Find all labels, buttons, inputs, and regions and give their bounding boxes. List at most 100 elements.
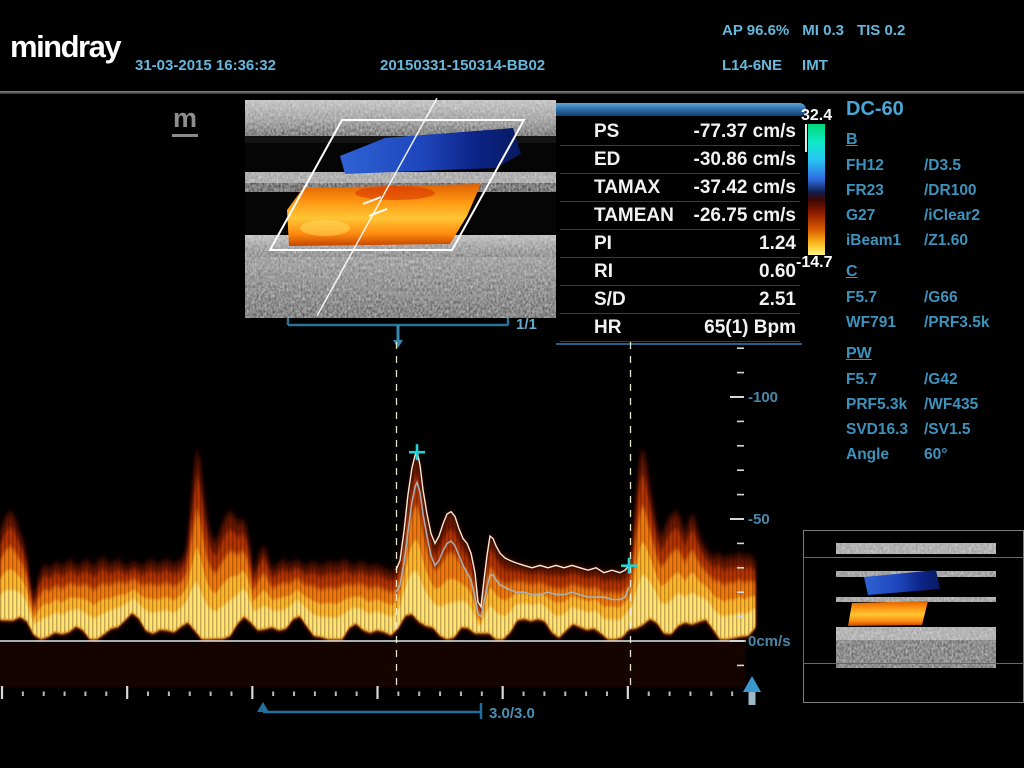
time-tick-minor	[523, 692, 525, 697]
probe-name: L14-6NE	[722, 57, 782, 74]
time-tick-minor	[293, 692, 295, 697]
measurement-row-ps: PS-77.37 cm/s	[560, 118, 800, 146]
param-label: FR23	[846, 178, 924, 203]
time-tick-minor	[314, 692, 316, 697]
measurement-row-hr: HR65(1) Bpm	[560, 314, 800, 342]
measurement-row-pi: PI 1.24	[560, 230, 800, 258]
param-row[interactable]: iBeam1/Z1.60	[846, 228, 1022, 253]
time-tick-minor	[64, 692, 66, 697]
sidebar-sections: B FH12/D3.5FR23/DR100G27/iClear2iBeam1/Z1…	[846, 131, 1022, 467]
measurement-rows: PS-77.37 cm/s ED -30.86 cm/s TAMAX -37.42 cm…	[560, 118, 800, 342]
measurement-value: 1.24	[759, 233, 800, 255]
panel-header-bar	[556, 103, 806, 116]
section-title: PW	[846, 345, 1022, 363]
acoustic-indices: AP 96.6% MI 0.3 TIS 0.2	[722, 22, 905, 39]
flow-patch	[300, 220, 350, 236]
section-title: B	[846, 131, 1022, 149]
pw-doppler-spectrum[interactable]: -100 -50 0cm/s 3.0/3.0	[0, 340, 800, 768]
param-label: iBeam1	[846, 228, 924, 253]
time-tick-minor	[606, 692, 608, 697]
param-value: /WF435	[924, 392, 1022, 417]
measurement-label: PI	[560, 233, 612, 255]
measurement-label: ED	[560, 149, 620, 171]
time-tick-minor	[585, 692, 587, 697]
colorbar-baseline-mark	[805, 124, 807, 152]
param-value: /DR100	[924, 178, 1022, 203]
time-tick-minor	[105, 692, 107, 697]
measurement-value: -37.42 cm/s	[694, 177, 800, 199]
time-tick-minor	[335, 692, 337, 697]
param-row[interactable]: Angle60°	[846, 442, 1022, 467]
param-row[interactable]: F5.7/G42	[846, 367, 1022, 392]
param-row[interactable]: FH12/D3.5	[846, 153, 1022, 178]
time-tick-minor	[397, 692, 399, 697]
param-value: /G42	[924, 367, 1022, 392]
acoustic-power: AP 96.6%	[722, 22, 789, 39]
measurement-value: 0.60	[759, 261, 800, 283]
exam-id: 20150331-150314-BB02	[380, 57, 545, 74]
time-tick-major	[502, 686, 504, 699]
velocity-label-0: 0cm/s	[748, 633, 791, 650]
param-value: 60°	[924, 442, 1022, 467]
measurement-row-ed: ED -30.86 cm/s	[560, 146, 800, 174]
measurement-results-panel: PS-77.37 cm/s ED -30.86 cm/s TAMAX -37.42 cm…	[556, 100, 802, 345]
param-value: /iClear2	[924, 203, 1022, 228]
param-row[interactable]: SVD16.3/SV1.5	[846, 417, 1022, 442]
time-tick-major	[251, 686, 253, 699]
param-label: Angle	[846, 442, 924, 467]
page-indicator: 1/1	[516, 316, 537, 333]
time-tick-minor	[189, 692, 191, 697]
param-row[interactable]: PRF5.3k/WF435	[846, 392, 1022, 417]
param-value: /G66	[924, 285, 1022, 310]
section-title: C	[846, 263, 1022, 281]
bmode-image[interactable]	[245, 98, 558, 318]
time-tick-minor	[230, 692, 232, 697]
thumbnail-active-region[interactable]	[803, 557, 1024, 664]
time-tick-minor	[418, 692, 420, 697]
measurement-row-ri: RI0.60	[560, 258, 800, 286]
mindray-logo: mindray	[10, 29, 120, 65]
caliper-cross[interactable]	[409, 444, 425, 460]
measurement-value: -30.86 cm/s	[694, 149, 800, 171]
param-label: F5.7	[846, 367, 924, 392]
param-value: /PRF3.5k	[924, 310, 1022, 335]
mechanical-index: MI 0.3	[802, 22, 844, 39]
machine-model: DC-60	[846, 98, 1022, 121]
param-value: /SV1.5	[924, 417, 1022, 442]
time-tick-minor	[460, 692, 462, 697]
measurement-label: S/D	[560, 289, 626, 311]
param-label: F5.7	[846, 285, 924, 310]
time-tick-major	[1, 686, 3, 699]
param-row[interactable]: G27/iClear2	[846, 203, 1022, 228]
param-label: PRF5.3k	[846, 392, 924, 417]
param-label: FH12	[846, 153, 924, 178]
time-tick-minor	[168, 692, 170, 697]
time-tick-minor	[356, 692, 358, 697]
measurement-value: -26.75 cm/s	[694, 205, 800, 227]
measurement-label: TAMEAN	[560, 205, 674, 227]
time-tick-minor	[543, 692, 545, 697]
param-row[interactable]: WF791/PRF3.5k	[846, 310, 1022, 335]
time-tick-minor	[22, 692, 24, 697]
thermal-index: TIS 0.2	[857, 22, 905, 39]
sweep-label: 3.0/3.0	[489, 705, 535, 722]
time-tick-minor	[648, 692, 650, 697]
time-tick-minor	[481, 692, 483, 697]
param-row[interactable]: FR23/DR100	[846, 178, 1022, 203]
ultrasound-screen: mindray 31-03-2015 16:36:32 20150331-150…	[0, 0, 1024, 768]
time-tick-minor	[731, 692, 733, 697]
param-label: G27	[846, 203, 924, 228]
velocity-label--50: -50	[748, 511, 770, 528]
sweep-speed-indicator: 3.0/3.0	[257, 702, 535, 722]
param-row[interactable]: F5.7/G66	[846, 285, 1022, 310]
time-tick-minor	[84, 692, 86, 697]
measurement-label: HR	[560, 317, 621, 339]
measurement-label: TAMAX	[560, 177, 660, 199]
probe-preset: L14-6NE IMT	[722, 57, 828, 74]
flow-patch	[355, 186, 435, 200]
param-label: WF791	[846, 310, 924, 335]
sidebar-section-b: B FH12/D3.5FR23/DR100G27/iClear2iBeam1/Z1…	[846, 131, 1022, 253]
colorbar-max-label: 32.4	[801, 107, 832, 125]
exam-preset: IMT	[802, 57, 828, 74]
measurement-row-tamean: TAMEAN -26.75 cm/s	[560, 202, 800, 230]
